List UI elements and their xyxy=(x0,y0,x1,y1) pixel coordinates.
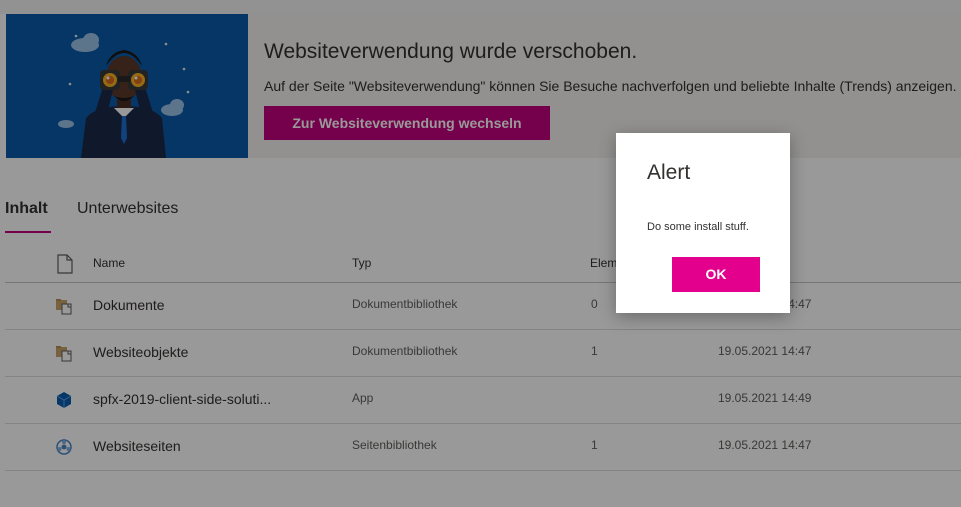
modal-overlay[interactable] xyxy=(0,0,961,507)
alert-dialog: Alert Do some install stuff. OK xyxy=(616,133,790,313)
dialog-title: Alert xyxy=(647,161,691,184)
dialog-message: Do some install stuff. xyxy=(647,221,749,233)
ok-button[interactable]: OK xyxy=(672,257,760,292)
